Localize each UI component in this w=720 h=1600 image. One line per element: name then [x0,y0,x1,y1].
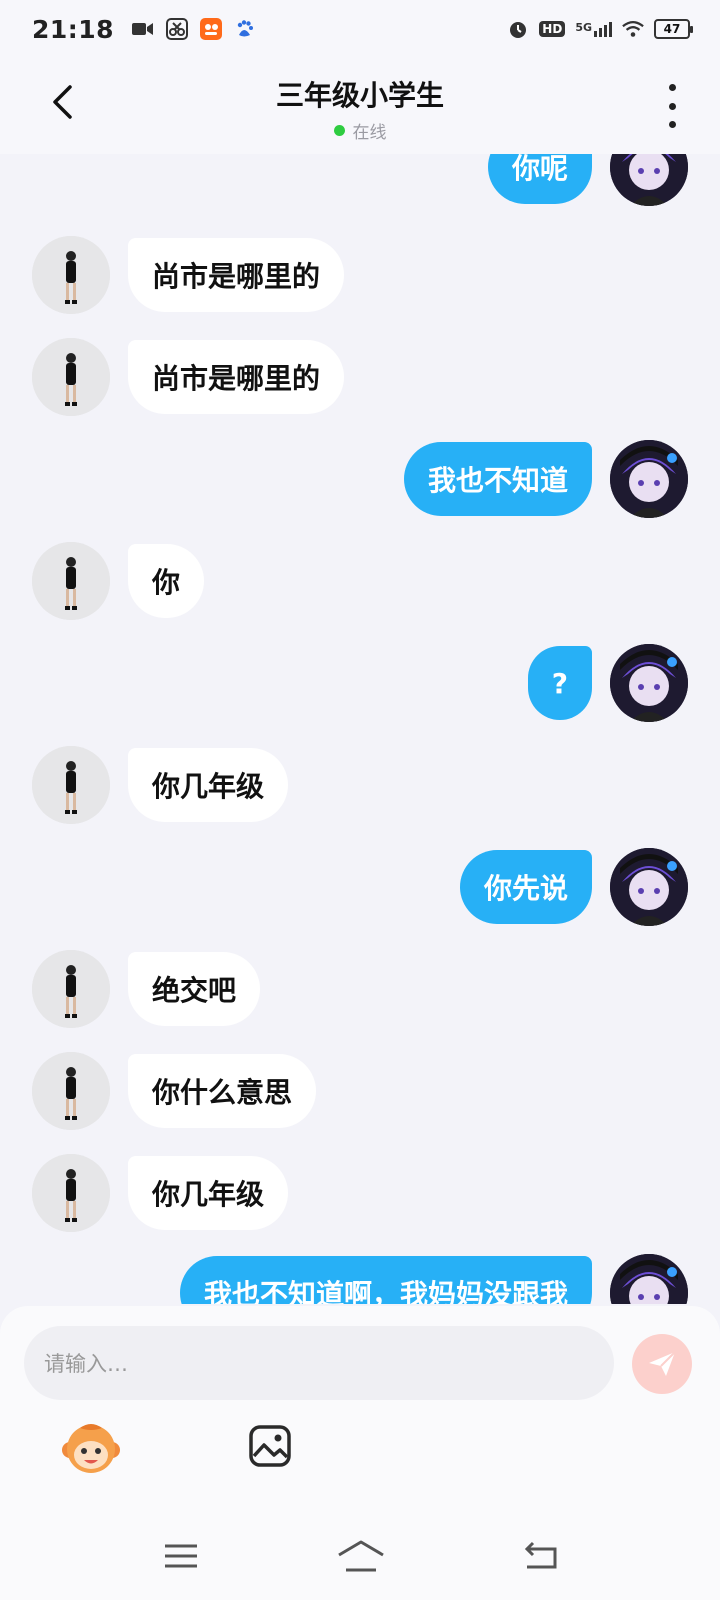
message-row: 你 [32,542,252,620]
status-time: 21:18 [32,14,115,44]
contact-avatar[interactable] [32,542,110,620]
send-button[interactable] [632,1334,692,1394]
message-list[interactable]: 你呢 尚市是哪里的 尚市是哪里的 我也不知道 你 ? 你几年级 你先说 绝交吧 … [0,154,720,1304]
incoming-bubble[interactable]: 你几年级 [128,1156,289,1230]
alarm-clock-icon [507,18,529,40]
incoming-bubble[interactable]: 绝交吧 [128,952,261,1026]
contact-avatar[interactable] [32,1154,110,1232]
online-status-label: 在线 [352,123,387,143]
message-row: ? [468,644,688,722]
baidu-paw-icon [234,18,256,40]
video-camera-icon [132,18,154,40]
wifi-icon [622,18,644,40]
my-avatar[interactable] [610,440,688,518]
my-avatar[interactable] [610,1254,688,1304]
nav-back-button[interactable] [516,1534,566,1578]
contact-avatar[interactable] [32,236,110,314]
outgoing-bubble[interactable]: ? [527,646,592,720]
more-options-button[interactable] [662,84,682,128]
incoming-bubble[interactable]: 尚市是哪里的 [128,340,345,414]
message-input[interactable]: 请输入… [24,1326,614,1400]
message-row: 我也不知道啊，我妈妈没跟我 [128,1254,688,1304]
paper-plane-icon [649,1351,676,1376]
message-row: 你几年级 [32,1154,352,1232]
hd-badge: HD [539,21,566,37]
message-row: 你什么意思 [32,1052,372,1130]
network-type-label: 5G [575,20,592,34]
message-row: 绝交吧 [32,950,332,1028]
more-dot [668,102,676,110]
nav-home-button[interactable] [336,1534,386,1578]
incoming-bubble[interactable]: 你几年级 [128,748,289,822]
status-right: HD 5G 47 [507,18,693,40]
contact-avatar[interactable] [32,338,110,416]
return-icon [524,1541,557,1569]
taobao-app-icon [200,18,223,40]
outgoing-bubble[interactable]: 我也不知道啊，我妈妈没跟我 [179,1256,592,1304]
contact-avatar[interactable] [32,950,110,1028]
chat-header: 三年级小学生 在线 [0,58,720,154]
home-icon [338,1540,384,1572]
incoming-bubble[interactable]: 你 [128,544,205,618]
message-row: 你几年级 [32,746,352,824]
chat-title: 三年级小学生 [275,79,444,112]
message-row: 你先说 [408,848,688,926]
outgoing-bubble[interactable]: 我也不知道 [403,442,592,516]
contact-avatar[interactable] [32,1052,110,1130]
battery-indicator: 47 [654,19,693,39]
message-row: 尚市是哪里的 [32,338,392,416]
menu-icon [165,1544,197,1568]
more-vertical-icon [668,84,676,91]
online-dot-icon [333,125,345,136]
outgoing-bubble[interactable]: 你呢 [487,154,592,204]
message-row: 尚市是哪里的 [32,236,392,314]
emoji-button[interactable] [60,1418,122,1480]
message-row: 你呢 [448,154,688,206]
my-avatar[interactable] [610,154,688,206]
message-row: 我也不知道 [368,440,688,518]
incoming-bubble[interactable]: 尚市是哪里的 [128,238,345,312]
status-left: 21:18 [32,15,256,44]
signal-icon: 5G [575,20,612,37]
system-nav-bar [0,1512,720,1600]
more-dot [668,121,676,128]
my-avatar[interactable] [610,644,688,722]
title-block: 三年级小学生 在线 [0,74,720,143]
scissors-app-icon [166,18,189,40]
status-bar: 21:18 HD 5G 47 [0,0,720,58]
monkey-emoji-icon [62,1424,120,1473]
image-button[interactable] [246,1422,294,1470]
online-status: 在线 [0,118,720,143]
incoming-bubble[interactable]: 你什么意思 [128,1054,317,1128]
outgoing-bubble[interactable]: 你先说 [459,850,592,924]
nav-menu-button[interactable] [156,1534,206,1578]
contact-avatar[interactable] [32,746,110,824]
my-avatar[interactable] [610,848,688,926]
image-icon [249,1425,291,1467]
